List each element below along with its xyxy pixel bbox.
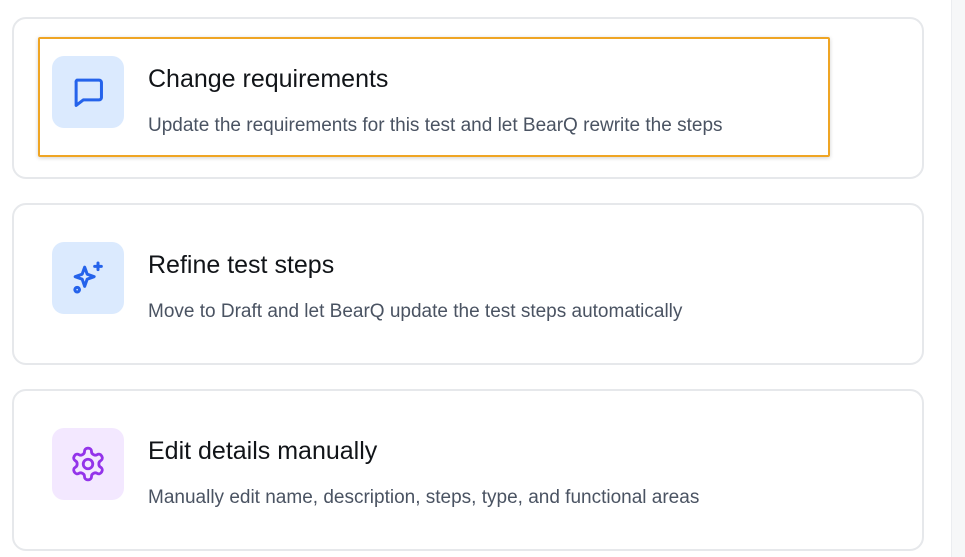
option-description: Update the requirements for this test an… — [148, 115, 723, 136]
option-card-change-requirements[interactable]: Change requirements Update the requireme… — [12, 17, 924, 179]
sparkles-icon — [68, 258, 108, 298]
option-description: Move to Draft and let BearQ update the t… — [148, 301, 683, 322]
option-card-refine-test-steps[interactable]: Refine test steps Move to Draft and let … — [12, 203, 924, 365]
refine-test-steps-icon-container — [52, 242, 124, 314]
gear-icon — [69, 445, 107, 483]
option-card-edit-details-manually[interactable]: Edit details manually Manually edit name… — [12, 389, 924, 551]
change-requirements-icon-container — [52, 56, 124, 128]
option-description: Manually edit name, description, steps, … — [148, 487, 700, 508]
scrollbar-track[interactable] — [951, 0, 965, 557]
option-list-page: Change requirements Update the requireme… — [0, 0, 965, 557]
option-title: Edit details manually — [148, 437, 378, 465]
edit-details-icon-container — [52, 428, 124, 500]
option-title: Refine test steps — [148, 251, 335, 279]
message-square-icon — [69, 73, 107, 111]
option-title: Change requirements — [148, 65, 389, 93]
